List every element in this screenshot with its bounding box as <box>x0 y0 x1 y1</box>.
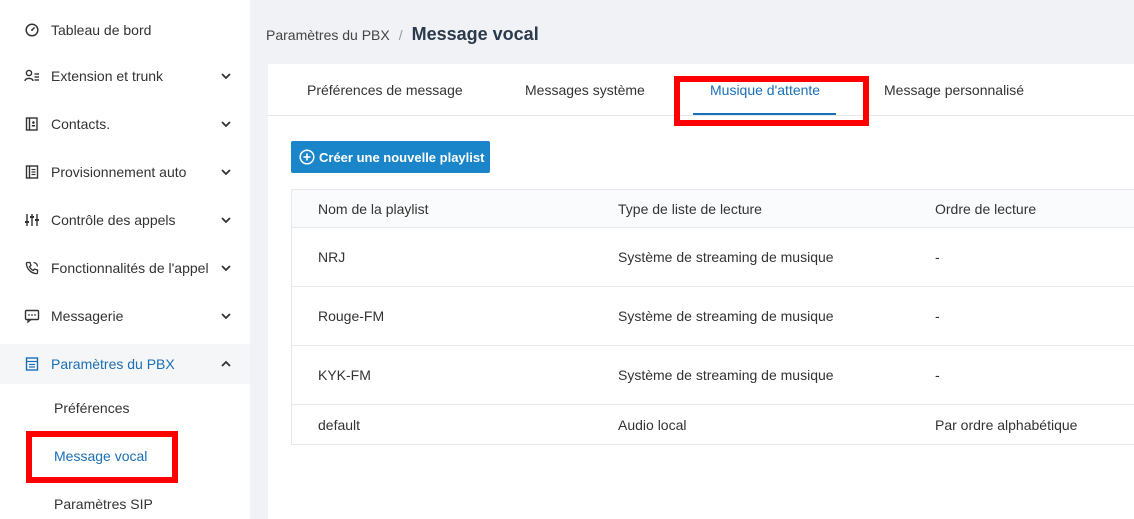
chevron-down-icon <box>219 213 233 227</box>
sidebar-item-label: Extension et trunk <box>51 68 164 84</box>
create-playlist-label: Créer une nouvelle playlist <box>319 149 485 165</box>
cell-playlist-name: KYK-FM <box>318 367 371 383</box>
chevron-down-icon <box>219 261 233 275</box>
sidebar-item-label: Provisionnement auto <box>51 164 187 180</box>
contacts-book-icon <box>24 116 40 132</box>
chevron-down-icon <box>219 117 233 131</box>
cell-playlist-name: NRJ <box>318 249 346 265</box>
content-panel: Préférences de message Messages système … <box>268 64 1134 519</box>
cell-playlist-type: Audio local <box>618 416 687 433</box>
column-header-name: Nom de la playlist <box>318 200 429 217</box>
chevron-down-icon <box>219 309 233 323</box>
sidebar-item-pbx-settings[interactable]: Paramètres du PBX <box>0 344 250 384</box>
breadcrumb-parent[interactable]: Paramètres du PBX <box>266 27 390 43</box>
sidebar-subitem-label: Préférences <box>54 400 130 416</box>
sidebar-item-label: Paramètres du PBX <box>51 356 175 372</box>
sidebar-subitem-voice-message[interactable]: Message vocal <box>0 436 250 476</box>
tab-system-messages[interactable]: Messages système <box>525 82 645 98</box>
active-tab-indicator <box>693 113 836 115</box>
tab-bar: Préférences de message Messages système … <box>268 64 1134 116</box>
sidebar-item-label: Fonctionnalités de l'appel <box>51 260 209 276</box>
tab-music-on-hold[interactable]: Musique d'attente <box>710 82 820 98</box>
sidebar-subitem-sip-settings[interactable]: Paramètres SIP <box>0 484 250 519</box>
sidebar-item-label: Messagerie <box>51 308 124 324</box>
chevron-down-icon <box>219 69 233 83</box>
message-icon <box>24 308 40 324</box>
cell-playlist-type: Système de streaming de musique <box>618 367 834 383</box>
cell-playlist-name: default <box>318 416 361 433</box>
sidebar-item-label: Contacts. <box>51 116 111 132</box>
table-row[interactable]: NRJ Système de streaming de musique - <box>292 228 1134 287</box>
sidebar-item-call-features[interactable]: Fonctionnalités de l'appel <box>0 248 250 288</box>
sidebar-subitem-label: Message vocal <box>54 448 148 464</box>
create-playlist-button[interactable]: Créer une nouvelle playlist <box>291 141 490 173</box>
cell-playback-order: - <box>935 249 940 265</box>
sliders-icon <box>24 212 40 228</box>
table-header-row: Nom de la playlist Type de liste de lect… <box>292 190 1134 228</box>
sidebar-item-dashboard[interactable]: Tableau de bord <box>0 10 250 50</box>
cell-playlist-type: Système de streaming de musique <box>618 308 834 324</box>
sidebar-item-contacts[interactable]: Contacts. <box>0 104 250 144</box>
chevron-up-icon <box>219 357 233 371</box>
page-header: Paramètres du PBX / Message vocal <box>250 0 1134 64</box>
cell-playback-order: - <box>935 367 940 383</box>
provision-document-icon <box>24 164 40 180</box>
table-row[interactable]: KYK-FM Système de streaming de musique - <box>292 346 1134 405</box>
table-row[interactable]: Rouge-FM Système de streaming de musique… <box>292 287 1134 346</box>
playlist-table: Nom de la playlist Type de liste de lect… <box>291 189 1134 445</box>
sidebar-subitem-label: Paramètres SIP <box>54 496 153 512</box>
cell-playback-order: - <box>935 308 940 324</box>
sidebar-item-messaging[interactable]: Messagerie <box>0 296 250 336</box>
sidebar-item-label: Tableau de bord <box>51 22 152 38</box>
sidebar-item-call-control[interactable]: Contrôle des appels <box>0 200 250 240</box>
gauge-icon <box>24 22 40 38</box>
tab-message-preferences[interactable]: Préférences de message <box>307 82 463 98</box>
sidebar-item-provisioning[interactable]: Provisionnement auto <box>0 152 250 192</box>
sidebar-item-extension-trunk[interactable]: Extension et trunk <box>0 56 250 96</box>
sidebar: Tableau de bord Extension et trunk Conta… <box>0 0 250 519</box>
cell-playlist-name: Rouge-FM <box>318 308 385 324</box>
tab-custom-message[interactable]: Message personnalisé <box>884 82 1024 98</box>
page-title: Message vocal <box>411 24 539 44</box>
breadcrumb: Paramètres du PBX / Message vocal <box>266 24 539 45</box>
sidebar-item-label: Contrôle des appels <box>51 212 176 228</box>
column-header-type: Type de liste de lecture <box>618 200 762 217</box>
column-header-order: Ordre de lecture <box>935 200 1037 217</box>
plus-circle-icon <box>299 149 315 165</box>
sidebar-subitem-preferences[interactable]: Préférences <box>0 388 250 428</box>
phone-icon <box>24 260 40 276</box>
chevron-down-icon <box>219 165 233 179</box>
cell-playback-order: Par ordre alphabétique <box>935 416 1078 433</box>
breadcrumb-separator: / <box>398 27 403 43</box>
table-row[interactable]: default Audio local Par ordre alphabétiq… <box>292 405 1134 444</box>
cell-playlist-type: Système de streaming de musique <box>618 249 834 265</box>
user-list-icon <box>24 68 40 84</box>
settings-list-icon <box>24 356 40 372</box>
